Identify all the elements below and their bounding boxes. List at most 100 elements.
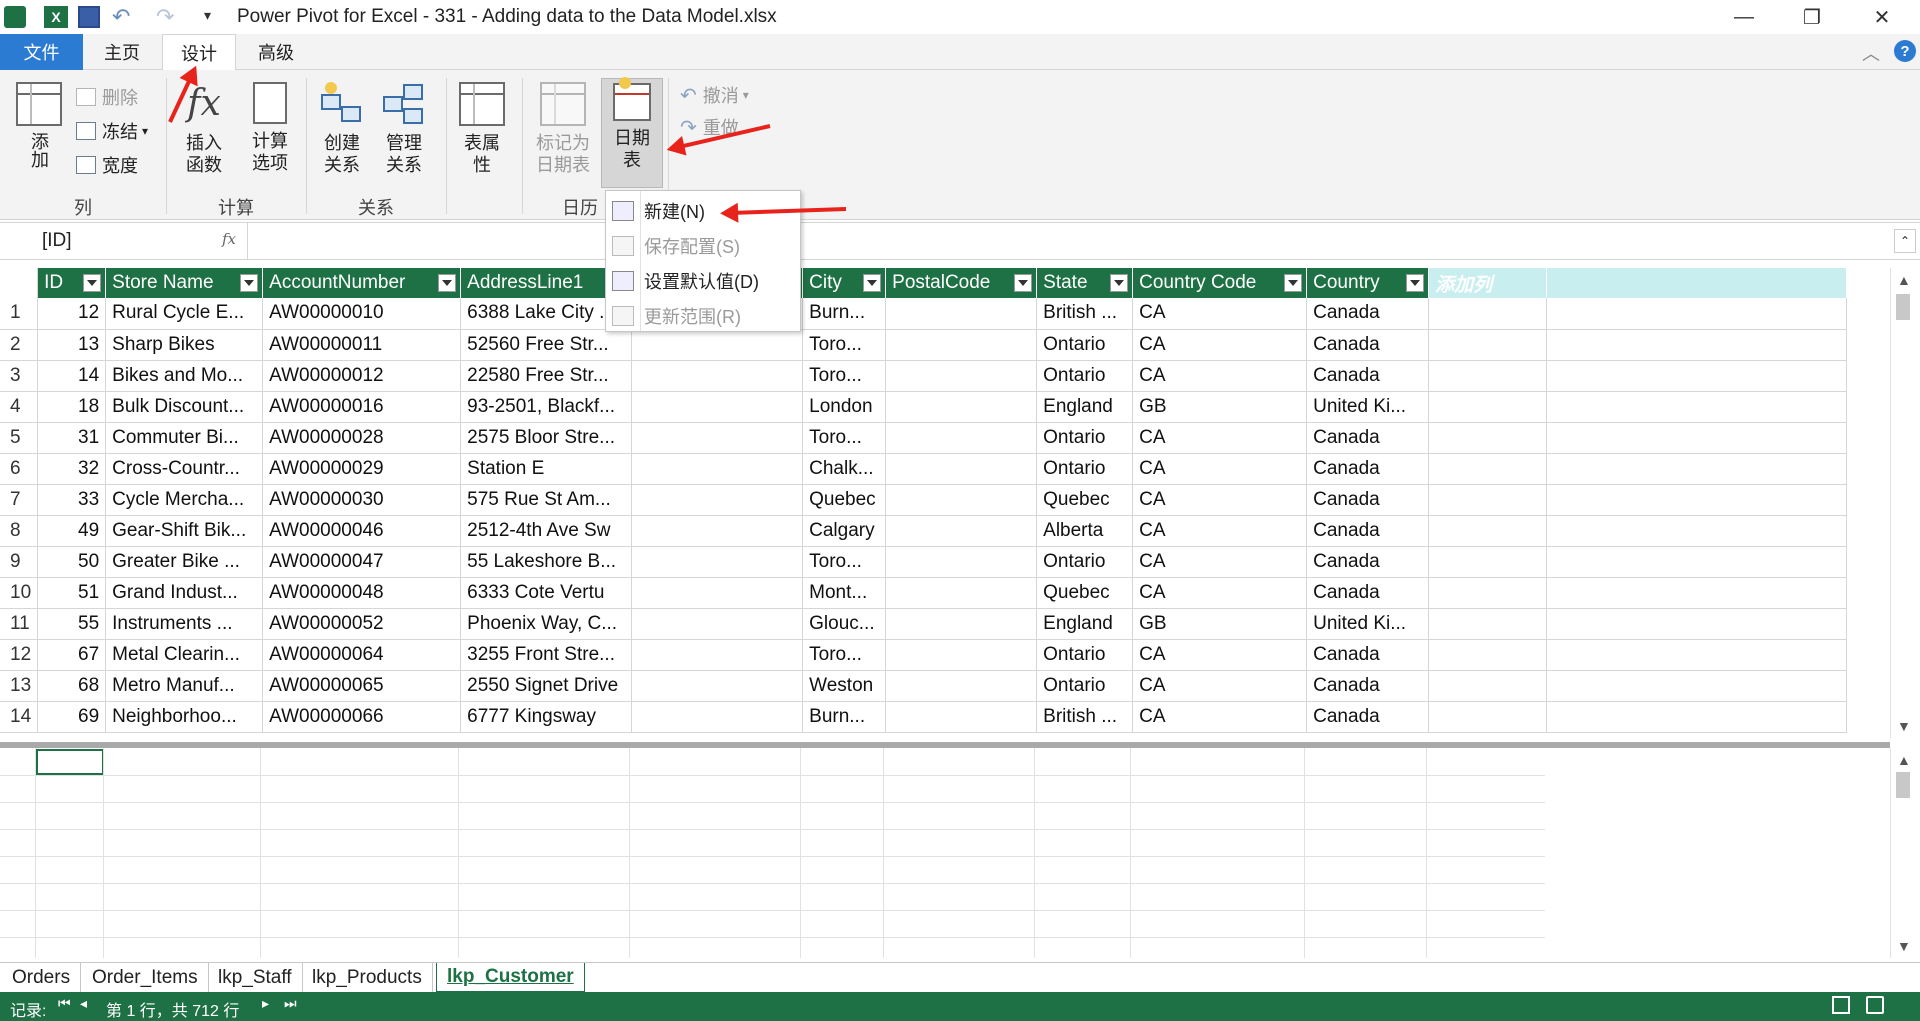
- table-cell[interactable]: [1428, 329, 1548, 361]
- table-cell[interactable]: [885, 329, 1038, 361]
- table-cell[interactable]: Bikes and Mo...: [105, 360, 264, 392]
- table-cell[interactable]: CA: [1132, 515, 1308, 547]
- undo-icon[interactable]: ↶: [112, 4, 130, 30]
- table-cell[interactable]: [885, 422, 1038, 454]
- column-header[interactable]: City: [802, 268, 887, 298]
- table-cell[interactable]: Station E: [460, 453, 633, 485]
- table-cell[interactable]: [631, 701, 804, 733]
- table-cell[interactable]: Toro...: [802, 422, 887, 454]
- table-cell[interactable]: Burn...: [802, 701, 887, 733]
- table-cell[interactable]: [885, 670, 1038, 702]
- help-icon[interactable]: ?: [1894, 40, 1916, 62]
- table-cell[interactable]: Canada: [1306, 639, 1430, 671]
- save-icon[interactable]: [78, 6, 100, 28]
- table-cell[interactable]: 6333 Cote Vertu: [460, 577, 633, 609]
- table-cell[interactable]: Quebec: [802, 484, 887, 516]
- table-cell[interactable]: CA: [1132, 670, 1308, 702]
- table-cell[interactable]: Ontario: [1036, 360, 1134, 392]
- row-number[interactable]: 9: [0, 546, 39, 578]
- row-number[interactable]: 11: [0, 608, 39, 640]
- table-cell[interactable]: [631, 453, 804, 485]
- row-number[interactable]: 12: [0, 639, 39, 671]
- collapse-ribbon-icon[interactable]: ︿: [1862, 40, 1880, 66]
- row-number[interactable]: 4: [0, 391, 39, 423]
- table-cell[interactable]: British ...: [1036, 701, 1134, 733]
- table-cell[interactable]: [631, 484, 804, 516]
- table-cell[interactable]: 33: [37, 484, 107, 516]
- table-cell[interactable]: [1428, 422, 1548, 454]
- table-cell[interactable]: [1428, 608, 1548, 640]
- restore-button[interactable]: ❐: [1782, 0, 1842, 34]
- next-record-icon[interactable]: ▸: [262, 995, 269, 1012]
- filter-dropdown-icon[interactable]: [240, 274, 259, 292]
- table-cell[interactable]: Ontario: [1036, 670, 1134, 702]
- table-cell[interactable]: Metal Clearin...: [105, 639, 264, 671]
- table-cell[interactable]: Bulk Discount...: [105, 391, 264, 423]
- table-cell[interactable]: AW00000047: [262, 546, 462, 578]
- table-cell[interactable]: 52560 Free Str...: [460, 329, 633, 361]
- table-cell[interactable]: [631, 391, 804, 423]
- formula-input[interactable]: [250, 223, 1890, 259]
- table-cell[interactable]: [885, 608, 1038, 640]
- table-cell[interactable]: 3255 Front Stre...: [460, 639, 633, 671]
- table-cell[interactable]: [631, 639, 804, 671]
- table-cell[interactable]: Toro...: [802, 329, 887, 361]
- filter-dropdown-icon[interactable]: [1014, 274, 1033, 292]
- table-cell[interactable]: 18: [37, 391, 107, 423]
- name-box[interactable]: [ID]: [0, 223, 248, 259]
- table-cell[interactable]: [885, 298, 1038, 330]
- row-number[interactable]: 10: [0, 577, 39, 609]
- table-cell[interactable]: Ontario: [1036, 422, 1134, 454]
- filter-dropdown-icon[interactable]: [1110, 274, 1129, 292]
- table-cell[interactable]: 12: [37, 298, 107, 330]
- table-cell[interactable]: 22580 Free Str...: [460, 360, 633, 392]
- table-cell[interactable]: [885, 360, 1038, 392]
- filter-dropdown-icon[interactable]: [1284, 274, 1303, 292]
- row-number[interactable]: 1: [0, 298, 39, 330]
- row-number[interactable]: 5: [0, 422, 39, 454]
- table-cell[interactable]: 55 Lakeshore B...: [460, 546, 633, 578]
- table-cell[interactable]: 51: [37, 577, 107, 609]
- table-cell[interactable]: 68: [37, 670, 107, 702]
- table-cell[interactable]: CA: [1132, 577, 1308, 609]
- table-cell[interactable]: [631, 670, 804, 702]
- sheet-tab-lkp-products[interactable]: lkp_Products: [302, 963, 433, 992]
- row-number[interactable]: 2: [0, 329, 39, 361]
- table-cell[interactable]: [885, 701, 1038, 733]
- sheet-tab-order-items[interactable]: Order_Items: [82, 963, 209, 992]
- table-cell[interactable]: 32: [37, 453, 107, 485]
- last-record-icon[interactable]: ⏭: [284, 995, 297, 1012]
- table-cell[interactable]: Instruments ...: [105, 608, 264, 640]
- table-cell[interactable]: Ontario: [1036, 546, 1134, 578]
- table-cell[interactable]: [631, 577, 804, 609]
- column-header[interactable]: Store Name: [105, 268, 264, 298]
- table-cell[interactable]: Cycle Mercha...: [105, 484, 264, 516]
- table-cell[interactable]: Chalk...: [802, 453, 887, 485]
- table-cell[interactable]: Mont...: [802, 577, 887, 609]
- table-cell[interactable]: Canada: [1306, 546, 1430, 578]
- sheet-tab-lkp-staff[interactable]: lkp_Staff: [208, 963, 303, 992]
- table-cell[interactable]: 2512-4th Ave Sw: [460, 515, 633, 547]
- table-cell[interactable]: AW00000029: [262, 453, 462, 485]
- table-cell[interactable]: CA: [1132, 701, 1308, 733]
- table-cell[interactable]: Canada: [1306, 422, 1430, 454]
- tab-home[interactable]: 主页: [86, 34, 158, 70]
- table-cell[interactable]: Canada: [1306, 360, 1430, 392]
- table-cell[interactable]: Ontario: [1036, 329, 1134, 361]
- table-cell[interactable]: CA: [1132, 422, 1308, 454]
- table-cell[interactable]: [631, 515, 804, 547]
- table-cell[interactable]: Canada: [1306, 298, 1430, 330]
- tab-file[interactable]: 文件: [0, 34, 83, 70]
- table-cell[interactable]: [631, 360, 804, 392]
- table-cell[interactable]: Gear-Shift Bik...: [105, 515, 264, 547]
- table-cell[interactable]: Ontario: [1036, 639, 1134, 671]
- table-cell[interactable]: Quebec: [1036, 577, 1134, 609]
- column-header[interactable]: Country: [1306, 268, 1430, 298]
- table-cell[interactable]: AW00000028: [262, 422, 462, 454]
- table-cell[interactable]: [1428, 515, 1548, 547]
- table-cell[interactable]: Canada: [1306, 329, 1430, 361]
- table-cell[interactable]: Glouc...: [802, 608, 887, 640]
- table-cell[interactable]: [1428, 484, 1548, 516]
- table-cell[interactable]: Alberta: [1036, 515, 1134, 547]
- close-button[interactable]: ✕: [1852, 0, 1912, 34]
